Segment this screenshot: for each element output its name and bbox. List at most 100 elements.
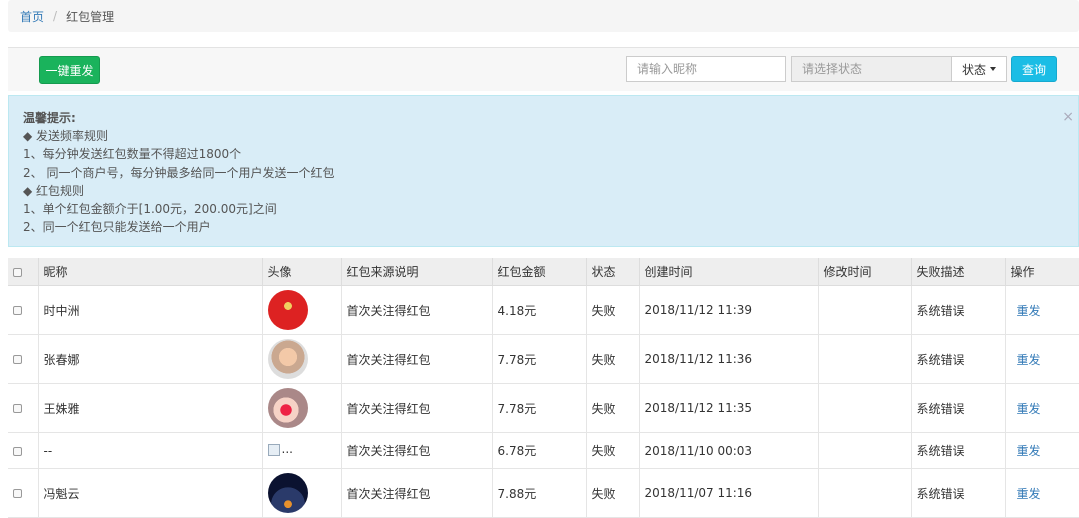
resend-link[interactable]: 重发 [1011,400,1041,417]
status-cell: 失败 [586,468,640,518]
action-cell: 重发 [1005,285,1079,335]
column-header-status: 状态 [586,258,640,286]
nickname-cell: 张春娜 [38,334,263,384]
broken-image-icon: ... [267,442,293,456]
nickname-cell: 冯魁云 [38,468,263,518]
avatar-cell: ... [262,432,342,469]
status-dropdown-label: 状态 [961,62,986,77]
action-cell: 重发 [1005,334,1079,384]
redpacket-table: 昵称 头像 红包来源说明 红包金额 状态 创建时间 修改时间 失败描述 操作 时… [8,258,1079,518]
column-header-action: 操作 [1005,258,1079,286]
action-cell: 重发 [1005,432,1079,469]
column-header-fail-desc: 失败描述 [911,258,1006,286]
table-row: 冯魁云 首次关注得红包 7.88元 失败 2018/11/07 11:16 系统… [8,468,1079,518]
status-input[interactable] [791,56,952,82]
action-cell: 重发 [1005,383,1079,433]
created-cell: 2018/11/12 11:35 [639,383,819,433]
avatar-cell [262,285,342,335]
row-checkbox[interactable] [13,446,22,456]
alert-line: 1、每分钟发送红包数量不得超过1800个 [23,147,242,162]
column-header-source: 红包来源说明 [341,258,493,286]
caret-down-icon [990,67,996,71]
status-cell: 失败 [586,285,640,335]
table-row: 王姝雅 首次关注得红包 7.78元 失败 2018/11/12 11:35 系统… [8,383,1079,433]
amount-cell: 7.78元 [492,383,587,433]
avatar [267,473,308,513]
resend-link[interactable]: 重发 [1011,442,1041,459]
row-checkbox[interactable] [13,306,22,315]
status-dropdown-button[interactable]: 状态 [951,56,1007,82]
avatar [267,388,308,428]
amount-cell: 6.78元 [492,432,587,469]
avatar [267,339,308,379]
amount-cell: 7.88元 [492,468,587,518]
nickname-cell: -- [38,432,263,469]
column-header-created: 创建时间 [639,258,819,286]
modified-cell [818,468,912,518]
select-all-cell [8,258,39,286]
avatar-alt-text: ... [281,442,293,456]
breadcrumb: 首页 / 红包管理 [8,0,1079,32]
alert-line: 2、同一个红包只能发送给一个用户 [23,220,211,235]
nickname-input[interactable] [626,56,786,82]
alert-title: 温馨提示: [23,111,76,125]
fail-desc-cell: 系统错误 [911,432,1006,469]
resend-link[interactable]: 重发 [1011,485,1041,502]
created-cell: 2018/11/12 11:36 [639,334,819,384]
table-row: -- ... 首次关注得红包 6.78元 失败 2018/11/10 00:03… [8,432,1079,469]
column-header-avatar: 头像 [262,258,342,286]
alert-line: ◆ 发送频率规则 [23,129,109,144]
amount-cell: 4.18元 [492,285,587,335]
status-cell: 失败 [586,383,640,433]
resend-all-button[interactable]: 一键重发 [39,56,100,84]
row-select-cell [8,285,39,335]
query-button[interactable]: 查询 [1011,56,1057,82]
row-select-cell [8,334,39,384]
status-cell: 失败 [586,432,640,469]
nickname-cell: 王姝雅 [38,383,263,433]
tips-alert: 温馨提示: ◆ 发送频率规则 1、每分钟发送红包数量不得超过1800个 2、 同… [8,95,1079,247]
modified-cell [818,334,912,384]
source-cell: 首次关注得红包 [341,468,493,518]
source-cell: 首次关注得红包 [341,285,493,335]
created-cell: 2018/11/10 00:03 [639,432,819,469]
row-checkbox[interactable] [13,404,22,413]
source-cell: 首次关注得红包 [341,432,493,469]
avatar [267,290,308,330]
row-select-cell [8,383,39,433]
table-header-row: 昵称 头像 红包来源说明 红包金额 状态 创建时间 修改时间 失败描述 操作 [8,258,1079,286]
action-cell: 重发 [1005,468,1079,518]
close-icon[interactable]: × [1062,108,1074,126]
amount-cell: 7.78元 [492,334,587,384]
select-all-checkbox[interactable] [13,267,22,277]
alert-line: 1、单个红包金额介于[1.00元，200.00元]之间 [23,202,277,217]
fail-desc-cell: 系统错误 [911,468,1006,518]
source-cell: 首次关注得红包 [341,334,493,384]
nickname-cell: 时中洲 [38,285,263,335]
row-select-cell [8,432,39,469]
modified-cell [818,285,912,335]
column-header-amount: 红包金额 [492,258,587,286]
fail-desc-cell: 系统错误 [911,334,1006,384]
alert-line: ◆ 红包规则 [23,183,85,198]
status-cell: 失败 [586,334,640,384]
resend-link[interactable]: 重发 [1011,302,1041,319]
fail-desc-cell: 系统错误 [911,285,1006,335]
modified-cell [818,432,912,469]
row-checkbox[interactable] [13,489,22,498]
alert-line: 2、 同一个商户号，每分钟最多给同一个用户发送一个红包 [23,165,335,180]
breadcrumb-home-link[interactable]: 首页 [20,8,44,25]
source-cell: 首次关注得红包 [341,383,493,433]
table-row: 时中洲 首次关注得红包 4.18元 失败 2018/11/12 11:39 系统… [8,285,1079,335]
modified-cell [818,383,912,433]
created-cell: 2018/11/12 11:39 [639,285,819,335]
table-row: 张春娜 首次关注得红包 7.78元 失败 2018/11/12 11:36 系统… [8,334,1079,384]
avatar-cell [262,468,342,518]
resend-link[interactable]: 重发 [1011,351,1041,368]
breadcrumb-separator: / [53,9,58,23]
row-select-cell [8,468,39,518]
row-checkbox[interactable] [13,355,22,364]
created-cell: 2018/11/07 11:16 [639,468,819,518]
avatar-cell [262,383,342,433]
avatar-cell [262,334,342,384]
